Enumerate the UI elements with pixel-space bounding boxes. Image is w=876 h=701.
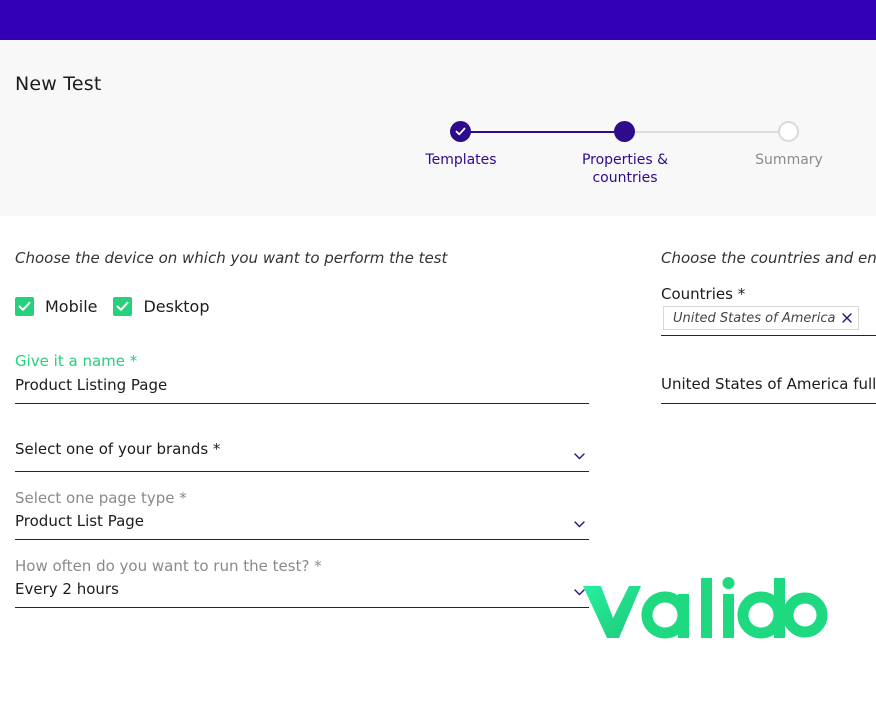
mobile-checkbox[interactable]: Mobile [15, 296, 97, 316]
step-summary-dot [778, 121, 799, 142]
brand-select-placeholder: Select one of your brands * [15, 440, 221, 458]
page-type-label: Select one page type * [15, 489, 187, 507]
page-type-value: Product List Page [15, 512, 145, 530]
countries-section: Choose the countries and ent Countries *… [661, 216, 876, 416]
country-chip[interactable]: United States of America [663, 306, 859, 330]
step-templates-dot[interactable] [450, 121, 471, 142]
top-bar [0, 0, 876, 40]
desktop-checkbox[interactable]: Desktop [113, 296, 209, 316]
countries-field-underline [661, 335, 876, 336]
check-icon [455, 127, 466, 136]
close-icon[interactable] [841, 312, 853, 324]
frequency-select[interactable]: How often do you want to run the test? *… [15, 556, 589, 608]
stepper-line-completed [470, 131, 616, 133]
countries-hint: Choose the countries and ent [661, 249, 876, 267]
countries-label: Countries * [661, 285, 746, 303]
step-properties-label: Properties & countries [560, 151, 690, 187]
country-chip-label: United States of America [673, 310, 836, 326]
brand-select[interactable]: Select one of your brands * [15, 438, 589, 472]
step-templates-label[interactable]: Templates [396, 151, 526, 169]
device-hint: Choose the device on which you want to p… [15, 249, 448, 267]
checkbox-checked-icon[interactable] [15, 296, 34, 316]
page-header: New Test Templates Properties & countrie… [0, 40, 876, 216]
page-type-select[interactable]: Select one page type * Product List Page [15, 488, 589, 540]
desktop-label[interactable]: Desktop [143, 297, 209, 316]
chevron-down-icon[interactable] [574, 521, 585, 528]
step-label-text: Summary [755, 152, 823, 168]
entity-select-value[interactable]: United States of America full [661, 375, 876, 393]
step-summary-label: Summary [724, 151, 854, 169]
frequency-label: How often do you want to run the test? * [15, 557, 322, 575]
stepper-line-pending [634, 131, 780, 133]
name-input[interactable]: Product Listing Page [15, 376, 167, 394]
step-properties-dot[interactable] [614, 121, 635, 142]
valido-logo [583, 577, 828, 639]
step-label-text: Templates [425, 152, 497, 168]
name-field-label: Give it a name * [15, 352, 138, 370]
step-label-text: Properties & [581, 152, 669, 168]
step-label-text: countries [592, 170, 658, 186]
progress-stepper: Templates Properties & countries Summary [0, 40, 876, 216]
checkbox-checked-icon[interactable] [113, 296, 133, 316]
device-checkboxes: Mobile Desktop [15, 296, 225, 316]
name-field[interactable]: Give it a name * Product Listing Page [15, 352, 589, 404]
frequency-value: Every 2 hours [15, 580, 119, 598]
chevron-down-icon[interactable] [574, 453, 585, 460]
entity-field-underline [661, 403, 876, 404]
mobile-label[interactable]: Mobile [45, 297, 97, 316]
